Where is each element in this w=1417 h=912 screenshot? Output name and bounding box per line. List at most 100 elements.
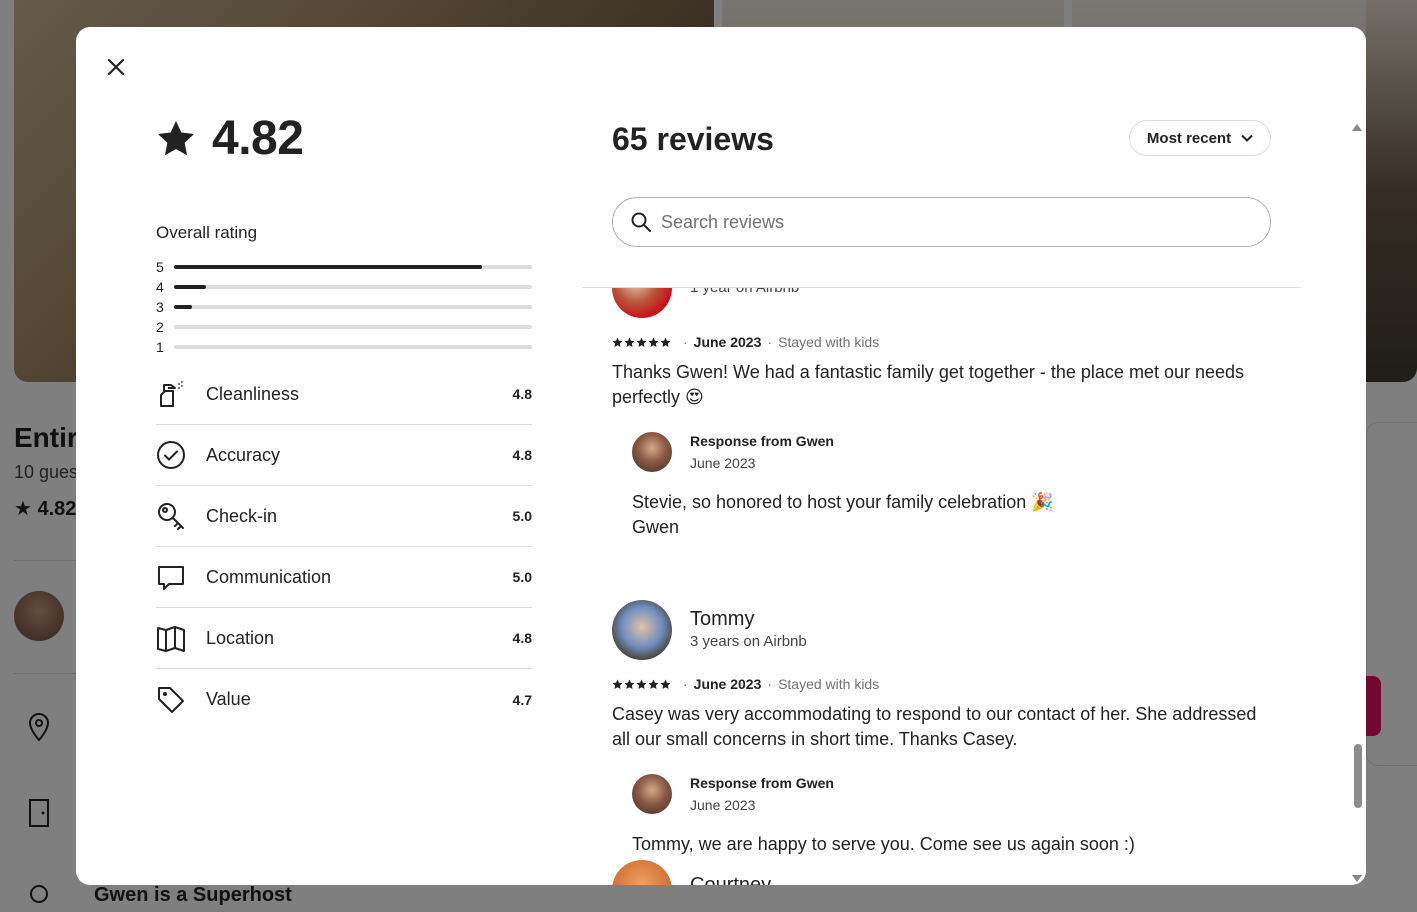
rating-distribution: 5 4 3 2 1 <box>156 257 532 357</box>
category-accuracy: Accuracy 4.8 <box>156 425 532 486</box>
close-icon <box>107 58 125 76</box>
overall-rating-value: 4.82 <box>212 112 304 165</box>
modal-scrollbar[interactable] <box>1352 120 1364 884</box>
search-input[interactable] <box>661 211 1241 233</box>
search-box[interactable] <box>612 197 1271 247</box>
distribution-track <box>174 325 532 329</box>
reviews-panel: 65 reviews Most recent 1 year on Airbnb <box>582 27 1301 885</box>
scroll-down-arrow[interactable] <box>1352 875 1362 882</box>
category-name: Check-in <box>206 505 278 526</box>
sort-dropdown[interactable]: Most recent <box>1129 120 1271 156</box>
category-location: Location 4.8 <box>156 608 532 669</box>
overall-rating-label: Overall rating <box>156 223 258 242</box>
scrollbar-thumb[interactable] <box>1354 744 1362 808</box>
response-title: Response from Gwen <box>690 433 834 449</box>
distribution-track <box>174 285 532 289</box>
category-value: 4.8 <box>512 386 532 402</box>
star-icon <box>624 337 635 347</box>
star-icon <box>612 679 623 689</box>
category-value: 4.8 <box>512 447 532 463</box>
review-text: Casey was very accommodating to respond … <box>612 704 1257 749</box>
distribution-star-label: 1 <box>156 339 164 355</box>
distribution-track <box>174 305 532 309</box>
distribution-track <box>174 265 532 269</box>
distribution-row: 4 <box>156 277 532 297</box>
host-response: Response from Gwen June 2023 Stevie, so … <box>632 430 1272 540</box>
star-icon <box>660 337 671 347</box>
category-value: 4.7 <box>512 691 532 708</box>
review-stars <box>612 679 671 690</box>
reviews-list[interactable]: 1 year on Airbnb · June 2023 · Stayed wi… <box>582 288 1301 885</box>
star-icon <box>624 679 635 689</box>
category-name: Location <box>206 627 275 648</box>
reviewer-name: Courtney <box>690 874 772 885</box>
distribution-star-label: 2 <box>156 319 164 335</box>
chat-bubble-icon <box>156 562 186 592</box>
distribution-row: 1 <box>156 337 532 357</box>
search-icon <box>631 212 651 232</box>
scroll-up-arrow[interactable] <box>1352 124 1362 131</box>
category-ratings: Cleanliness 4.8 Accuracy 4.8 Check-in 5.0 Comm… <box>156 364 532 730</box>
response-title: Response from Gwen <box>690 775 834 791</box>
distribution-row: 2 <box>156 317 532 337</box>
category-value: 5.0 <box>512 569 532 585</box>
review-date: June 2023 <box>693 334 762 350</box>
category-value: Value 4.7 <box>156 669 532 730</box>
category-value: 5.0 <box>512 508 532 524</box>
distribution-row: 3 <box>156 297 532 317</box>
star-icon <box>612 337 623 347</box>
map-icon <box>156 623 186 653</box>
reviewer-avatar[interactable] <box>612 288 672 318</box>
chevron-down-icon <box>1241 134 1253 142</box>
star-icon <box>648 679 659 689</box>
review-meta: · June 2023 · Stayed with kids <box>612 334 1272 350</box>
reviews-modal: 4.82 Overall rating 5 4 3 2 1 Cleanliness 4.8… <box>76 27 1366 885</box>
category-check-in: Check-in 5.0 <box>156 486 532 547</box>
category-value: 4.8 <box>512 630 532 646</box>
distribution-star-label: 5 <box>156 259 164 275</box>
overall-rating-header: 4.82 <box>156 111 304 166</box>
distribution-star-label: 3 <box>156 299 164 315</box>
sort-label: Most recent <box>1146 129 1232 147</box>
distribution-row: 5 <box>156 257 532 277</box>
reviewer-tenure: 3 years on Airbnb <box>690 633 807 650</box>
review-text: Thanks Gwen! We had a fantastic family g… <box>612 362 1245 407</box>
star-icon <box>648 337 659 347</box>
close-button[interactable] <box>100 51 132 83</box>
review-item: Courtney <box>612 860 1272 885</box>
category-name: Cleanliness <box>206 383 300 404</box>
review-meta: · June 2023 · Stayed with kids <box>612 676 1272 692</box>
key-icon <box>156 501 186 531</box>
review-trip-type: Stayed with kids <box>778 334 880 350</box>
review-stars <box>612 337 671 348</box>
category-cleanliness: Cleanliness 4.8 <box>156 364 532 425</box>
reviews-count: 65 reviews <box>612 121 774 157</box>
response-text-line: Stevie, so honored to host your family c… <box>632 492 1054 512</box>
star-icon <box>636 679 647 689</box>
price-tag-icon <box>156 685 186 715</box>
category-name: Value <box>206 689 251 709</box>
reviewer-avatar[interactable] <box>612 860 672 885</box>
review-trip-type: Stayed with kids <box>778 676 880 692</box>
response-text: Stevie, so honored to host your family c… <box>632 490 1272 540</box>
distribution-fill <box>174 285 207 289</box>
category-name: Accuracy <box>206 444 281 465</box>
reviewer-tenure: 1 year on Airbnb <box>690 288 799 299</box>
host-response-avatar[interactable] <box>632 774 672 814</box>
distribution-star-label: 4 <box>156 279 164 295</box>
review-date: June 2023 <box>693 676 762 692</box>
category-name: Communication <box>206 566 332 587</box>
check-circle-icon <box>156 440 186 470</box>
star-icon <box>660 679 671 689</box>
response-text: Tommy, we are happy to serve you. Come s… <box>632 834 1135 854</box>
distribution-fill <box>174 305 192 309</box>
response-signoff: Gwen <box>632 517 680 537</box>
review-item: Tommy 3 years on Airbnb · June 2023 · St… <box>612 600 1272 857</box>
host-response: Response from Gwen June 2023 Tommy, we a… <box>632 772 1272 857</box>
host-response-avatar[interactable] <box>632 432 672 472</box>
star-icon <box>157 120 195 155</box>
distribution-fill <box>174 265 482 269</box>
reviewer-name: Tommy <box>690 608 755 630</box>
reviewer-avatar[interactable] <box>612 600 672 660</box>
spray-bottle-icon <box>156 379 186 409</box>
